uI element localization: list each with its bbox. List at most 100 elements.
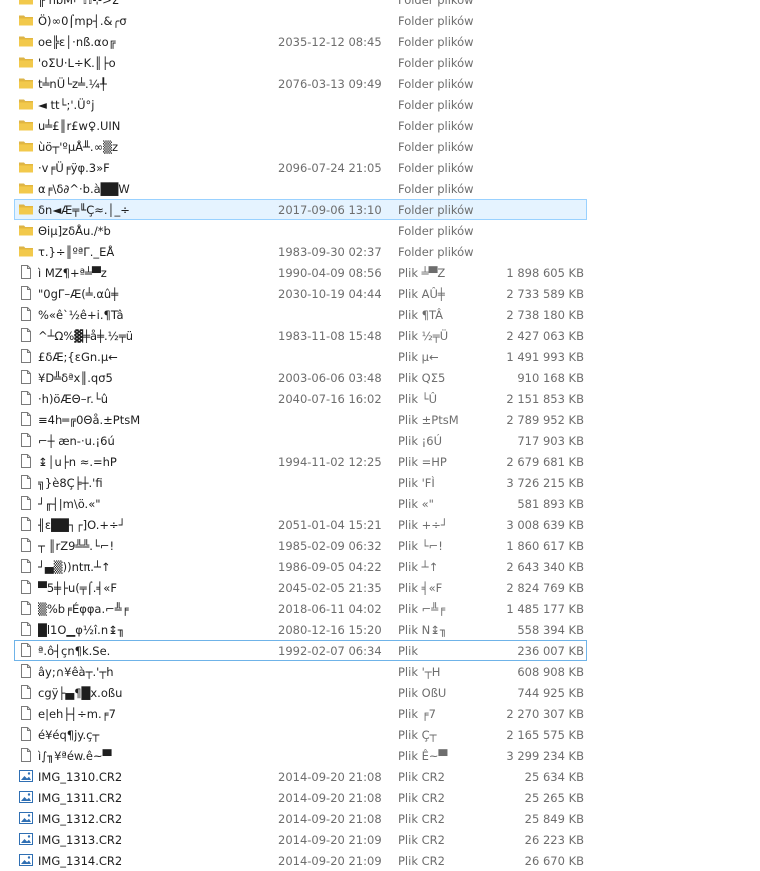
- item-name: ◄ tt└;'.Ü°j: [38, 98, 95, 112]
- list-item[interactable]: τ.}÷║ºªΓ._EÅ 1983-09-30 02:37 Folder pli…: [0, 241, 760, 262]
- item-size: 236 007 KB: [517, 644, 584, 658]
- item-type: Plik CR2: [398, 854, 445, 868]
- list-item[interactable]: cgÿ├▄¶█x.oßu Plik OßU 744 925 KB: [0, 682, 760, 703]
- file-icon: [18, 663, 34, 679]
- list-item[interactable]: IMG_1313.CR2 2014-09-20 21:09 Plik CR2 2…: [0, 829, 760, 850]
- item-name: δn◄Æ╤╙Ç≈.│_÷: [38, 203, 130, 217]
- list-item[interactable]: ◄ tt└;'.Ü°j Folder plików: [0, 94, 760, 115]
- list-item[interactable]: IMG_1311.CR2 2014-09-20 21:08 Plik CR2 2…: [0, 787, 760, 808]
- list-item[interactable]: ┬ ║rZ9╩╩.└⌐! 1985-02-09 06:32 Plik └⌐! 1…: [0, 535, 760, 556]
- list-item[interactable]: ┘▄▒))ntπ.┴↑ 1986-09-05 04:22 Plik ┴↑ 2 6…: [0, 556, 760, 577]
- item-type: Plik 'FÌ: [398, 476, 435, 490]
- list-item[interactable]: u╧£║r£w♀.UIN Folder plików: [0, 115, 760, 136]
- list-item[interactable]: IMG_1310.CR2 2014-09-20 21:08 Plik CR2 2…: [0, 766, 760, 787]
- item-name: £δÆ;{εGn.µ←: [38, 350, 118, 364]
- folder-icon: [18, 0, 34, 7]
- item-type: Plik '┬H: [398, 665, 441, 679]
- image-file-icon: [18, 831, 34, 847]
- list-item[interactable]: oe╠ε│·nß.αo╔ 2035-12-12 08:45 Folder pli…: [0, 31, 760, 52]
- folder-icon: [18, 33, 34, 49]
- list-item[interactable]: £δÆ;{εGn.µ← Plik µ← 1 491 993 KB: [0, 346, 760, 367]
- item-type: Plik CR2: [398, 770, 445, 784]
- list-item[interactable]: ª.ô┤çn¶k.Se. 1992-02-07 06:34 Plik 236 0…: [0, 640, 760, 661]
- item-name: α╒\δ∂^·b.à██W: [38, 182, 130, 196]
- list-item[interactable]: ↨│u├n ≈.=hP 1994-11-02 12:25 Plik =HP 2 …: [0, 451, 760, 472]
- item-name: ▀5╪├u(╤⌠.╡«F: [38, 581, 117, 595]
- item-type: Folder plików: [398, 14, 474, 28]
- item-name: "0gΓ–Æ(╧.αû╪: [38, 287, 119, 301]
- file-icon: [18, 369, 34, 385]
- file-icon: [18, 726, 34, 742]
- item-name: t╧nÜ└z╧.¼╀: [38, 77, 107, 91]
- file-icon: [18, 516, 34, 532]
- item-type: Plik └⌐!: [398, 539, 443, 553]
- list-item[interactable]: Ö)∞0⌠mp┤.&╭σ Folder plików: [0, 10, 760, 31]
- list-item[interactable]: "0gΓ–Æ(╧.αû╪ 2030-10-19 04:44 Plik AÛ╪ 2…: [0, 283, 760, 304]
- list-item[interactable]: e|eh├┤÷m.╒7 Plik ╒7 2 270 307 KB: [0, 703, 760, 724]
- list-item[interactable]: ùö┬'ºµÅ╨.∞▒z Folder plików: [0, 136, 760, 157]
- folder-icon: [18, 138, 34, 154]
- list-item[interactable]: α╒\δ∂^·b.à██W Folder plików: [0, 178, 760, 199]
- file-icon: [18, 621, 34, 637]
- item-name: ì MZ¶+ª╧▀z: [38, 266, 107, 280]
- item-type: Plik ╡«F: [398, 581, 443, 595]
- item-size: 2 151 853 KB: [506, 392, 584, 406]
- list-item[interactable]: %«ê`½ê+i.¶Tâ Plik ¶TÂ 2 738 180 KB: [0, 304, 760, 325]
- item-size: 25 265 KB: [524, 791, 584, 805]
- file-icon: [18, 642, 34, 658]
- list-item[interactable]: IMG_1312.CR2 2014-09-20 21:08 Plik CR2 2…: [0, 808, 760, 829]
- item-name: ╗}è8Ç╞┼.'fi: [38, 476, 103, 490]
- file-icon: [18, 264, 34, 280]
- item-date-modified: 2076-03-13 09:49: [278, 77, 382, 91]
- item-date-modified: 2014-09-20 21:09: [278, 833, 382, 847]
- item-name: ╟ ñbM⌐ℍ⊹>Σ: [38, 0, 120, 7]
- item-type: Folder plików: [398, 119, 474, 133]
- item-type: Folder plików: [398, 35, 474, 49]
- item-size: 558 394 KB: [517, 623, 584, 637]
- list-item[interactable]: 'oΣU·L÷K.║├o Folder plików: [0, 52, 760, 73]
- list-item[interactable]: ì MZ¶+ª╧▀z 1990-04-09 08:56 Plik ╧▀Z 1 8…: [0, 262, 760, 283]
- list-item[interactable]: ¥D╩δªx║.qσ5 2003-06-06 03:48 Plik QΣ5 91…: [0, 367, 760, 388]
- item-type: Folder plików: [398, 140, 474, 154]
- list-item[interactable]: ╟ ñbM⌐ℍ⊹>Σ Folder plików: [0, 0, 760, 10]
- list-item[interactable]: Θiµ]zδÅu./*b Folder plików: [0, 220, 760, 241]
- list-item[interactable]: ╗}è8Ç╞┼.'fi Plik 'FÌ 3 726 215 KB: [0, 472, 760, 493]
- item-name: cgÿ├▄¶█x.oßu: [38, 686, 123, 700]
- item-type: Folder plików: [398, 245, 474, 259]
- list-item[interactable]: ┘╓┤|m\ö.«" Plik «" 581 893 KB: [0, 493, 760, 514]
- folder-icon: [18, 96, 34, 112]
- item-name: ¥D╩δªx║.qσ5: [38, 371, 113, 385]
- item-name: IMG_1310.CR2: [38, 770, 123, 784]
- item-size: 3 299 234 KB: [506, 749, 584, 763]
- item-type: Plik: [398, 644, 418, 658]
- list-item[interactable]: ▒%b╒Éφφa.⌐╩╒ 2018-06-11 04:02 Plik ⌐╩╒ 1…: [0, 598, 760, 619]
- list-item[interactable]: IMG_1314.CR2 2014-09-20 21:09 Plik CR2 2…: [0, 850, 760, 871]
- item-date-modified: 2051-01-04 15:21: [278, 518, 382, 532]
- list-item[interactable]: ·h)öÆΘ–r.└û 2040-07-16 16:02 Plik └Û 2 1…: [0, 388, 760, 409]
- list-item[interactable]: ≡4h═╔0Θå.±PtsM Plik ±PtsM 2 789 952 KB: [0, 409, 760, 430]
- list-item[interactable]: ⌐┼ æn-·u.¡6ú Plik ¡6Ú 717 903 KB: [0, 430, 760, 451]
- file-icon: [18, 705, 34, 721]
- item-name: ·v╒Ü╒ÿφ.3»F: [38, 161, 110, 175]
- list-item[interactable]: ▀5╪├u(╤⌠.╡«F 2045-02-05 21:35 Plik ╡«F 2…: [0, 577, 760, 598]
- list-item[interactable]: ·v╒Ü╒ÿφ.3»F 2096-07-24 21:05 Folder plik…: [0, 157, 760, 178]
- list-item[interactable]: █l1O▁φ½î.n↨╖ 2080-12-16 15:20 Plik N↨╖ 5…: [0, 619, 760, 640]
- item-date-modified: 1994-11-02 12:25: [278, 455, 382, 469]
- list-item[interactable]: ╢ε██┐┌]O.+÷┘ 2051-01-04 15:21 Plik +÷┘ 3…: [0, 514, 760, 535]
- list-item[interactable]: ì∫╖¥ªéw.ê~▀ Plik Ê~▀ 3 299 234 KB: [0, 745, 760, 766]
- item-size: 3 726 215 KB: [506, 476, 584, 490]
- image-file-icon: [18, 768, 34, 784]
- list-item[interactable]: t╧nÜ└z╧.¼╀ 2076-03-13 09:49 Folder plikó…: [0, 73, 760, 94]
- item-type: Folder plików: [398, 0, 474, 7]
- item-date-modified: 2014-09-20 21:09: [278, 854, 382, 868]
- file-icon: [18, 747, 34, 763]
- item-date-modified: 2003-06-06 03:48: [278, 371, 382, 385]
- item-size: 1 491 993 KB: [506, 350, 584, 364]
- list-item[interactable]: é¥éq¶jy.ç┬ Plik Ç┬ 2 165 575 KB: [0, 724, 760, 745]
- list-item[interactable]: ây;∩¥êà┬.'┬h Plik '┬H 608 908 KB: [0, 661, 760, 682]
- list-item[interactable]: ^┴Ω%▓╪å╪.½╤ü 1983-11-08 15:48 Plik ½╤Ü 2…: [0, 325, 760, 346]
- file-icon: [18, 600, 34, 616]
- folder-icon: [18, 54, 34, 70]
- item-size: 744 925 KB: [517, 686, 584, 700]
- list-item[interactable]: δn◄Æ╤╙Ç≈.│_÷ 2017-09-06 13:10 Folder pli…: [0, 199, 760, 220]
